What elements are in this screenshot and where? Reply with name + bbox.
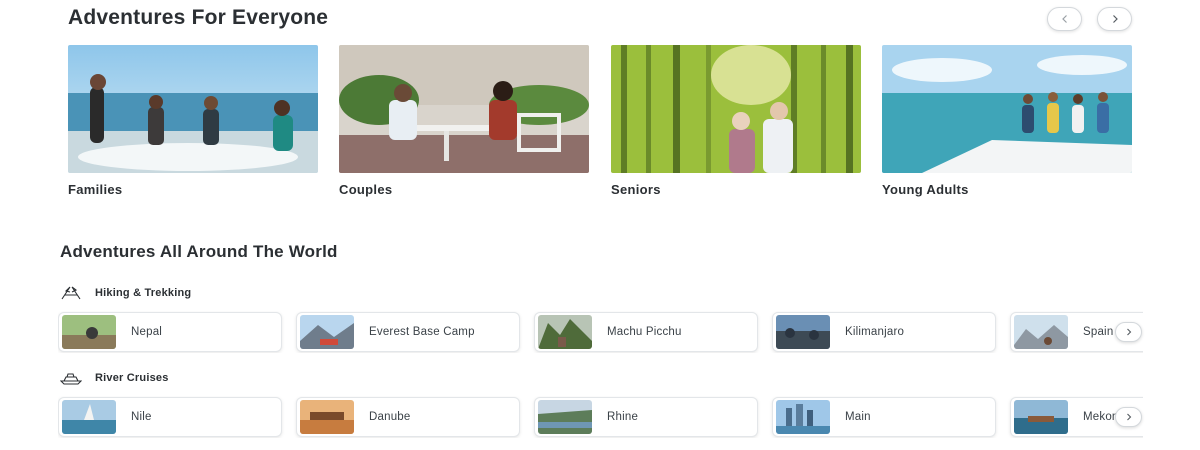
audience-card-couples[interactable]: Couples — [339, 45, 589, 197]
destination-card-machu-picchu[interactable]: Machu Picchu — [534, 312, 758, 352]
mekong-thumbnail — [1014, 400, 1068, 434]
destination-card-nile[interactable]: Nile — [58, 397, 282, 437]
danube-thumbnail — [300, 400, 354, 434]
destination-card-everest-base-camp[interactable]: Everest Base Camp — [296, 312, 520, 352]
audience-label-couples: Couples — [339, 182, 393, 197]
destination-name: Nile — [131, 411, 152, 423]
destination-name: Nepal — [131, 326, 163, 338]
category-river-cruises: River Cruises — [60, 371, 169, 385]
destination-name: Danube — [369, 411, 411, 423]
chevron-right-icon — [1126, 413, 1131, 421]
destination-row-cruises: Nile Danube Rhine Main Mekong — [58, 396, 1143, 438]
category-hiking-trekking: Hiking & Trekking — [60, 286, 191, 300]
section-title-adventures-for-everyone: Adventures For Everyone — [68, 6, 329, 29]
young-adults-boat-photo — [882, 45, 1132, 173]
seniors-bamboo-forest-photo — [611, 45, 861, 173]
audience-card-families[interactable]: Families — [68, 45, 318, 197]
hiking-row-next-button[interactable] — [1115, 322, 1142, 342]
audience-label-young-adults: Young Adults — [882, 182, 969, 197]
destination-row-hiking: Nepal Everest Base Camp Machu Picchu Kil… — [58, 311, 1143, 353]
destination-card-nepal[interactable]: Nepal — [58, 312, 282, 352]
destination-name: Kilimanjaro — [845, 326, 905, 338]
main-thumbnail — [776, 400, 830, 434]
category-label: Hiking & Trekking — [95, 287, 192, 299]
category-label: River Cruises — [95, 372, 169, 384]
destination-name: Spain — [1083, 326, 1114, 338]
carousel-prev-button[interactable] — [1047, 7, 1082, 31]
everest-base-camp-thumbnail — [300, 315, 354, 349]
hiking-flags-icon — [61, 286, 81, 300]
machu-picchu-thumbnail — [538, 315, 592, 349]
destination-name: Everest Base Camp — [369, 326, 475, 338]
cruises-row-next-button[interactable] — [1115, 407, 1142, 427]
section-title-adventures-around-world: Adventures All Around The World — [60, 242, 338, 261]
kilimanjaro-thumbnail — [776, 315, 830, 349]
destination-name: Rhine — [607, 411, 639, 423]
destination-card-danube[interactable]: Danube — [296, 397, 520, 437]
family-beach-photo — [68, 45, 318, 173]
destination-card-rhine[interactable]: Rhine — [534, 397, 758, 437]
destination-name: Main — [845, 411, 871, 423]
destination-card-main[interactable]: Main — [772, 397, 996, 437]
destination-card-kilimanjaro[interactable]: Kilimanjaro — [772, 312, 996, 352]
chevron-left-icon — [1061, 15, 1067, 23]
spain-thumbnail — [1014, 315, 1068, 349]
couple-dining-photo — [339, 45, 589, 173]
rhine-thumbnail — [538, 400, 592, 434]
audience-card-seniors[interactable]: Seniors — [611, 45, 861, 197]
audience-card-young-adults[interactable]: Young Adults — [882, 45, 1132, 197]
nepal-thumbnail — [62, 315, 116, 349]
audience-label-families: Families — [68, 182, 123, 197]
cruise-ship-icon — [60, 373, 82, 385]
audience-label-seniors: Seniors — [611, 182, 661, 197]
chevron-right-icon — [1126, 328, 1131, 336]
nile-thumbnail — [62, 400, 116, 434]
destination-name: Machu Picchu — [607, 326, 682, 338]
chevron-right-icon — [1112, 15, 1118, 23]
carousel-next-button[interactable] — [1097, 7, 1132, 31]
